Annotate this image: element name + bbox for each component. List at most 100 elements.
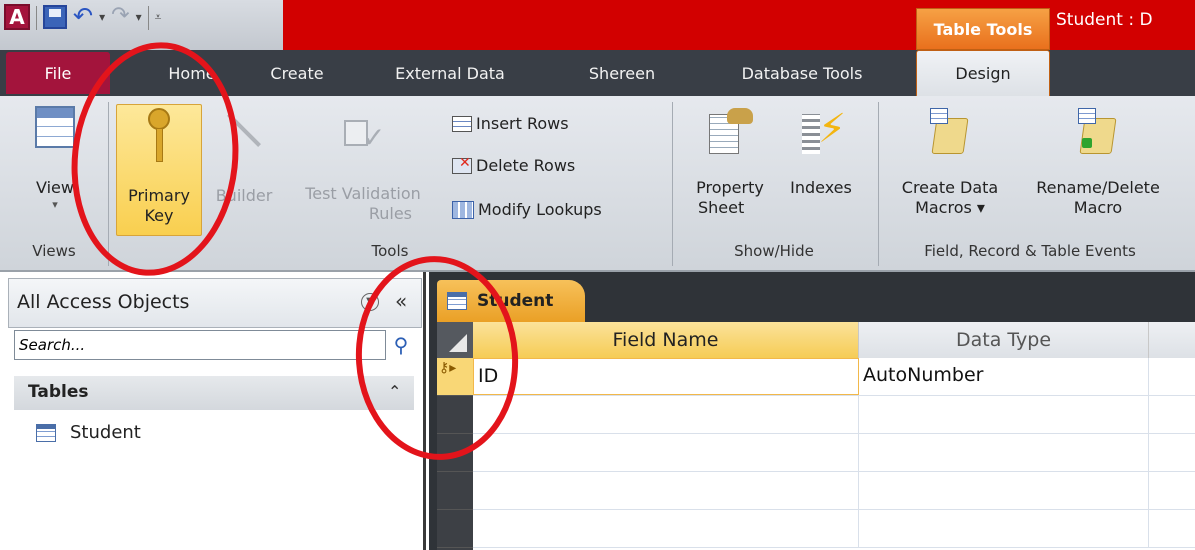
field-name-cell[interactable] (473, 434, 859, 471)
delete-rows-label: Delete Rows (476, 156, 576, 175)
modify-lookups-button[interactable]: Modify Lookups (452, 200, 602, 219)
table-row[interactable] (473, 510, 1195, 548)
row-selector[interactable]: ⚷▸ (437, 358, 473, 396)
document-tab-label: Student (477, 291, 554, 311)
navigation-pane-title: All Access Objects (17, 291, 190, 313)
row-selector[interactable] (437, 510, 473, 548)
data-type-cell[interactable] (859, 434, 1149, 471)
tables-group-header[interactable]: Tables ⌃ (14, 376, 414, 410)
test-validation-label-1: Test Validation (305, 184, 421, 203)
data-macro-icon (928, 104, 972, 156)
group-separator (672, 102, 673, 266)
test-validation-label-2: Rules (368, 204, 412, 223)
create-data-macros-label-1: Create Data (901, 178, 999, 197)
access-app-icon[interactable]: A (4, 4, 30, 30)
navigation-pane-header[interactable]: All Access Objects ▼ « (8, 278, 422, 328)
create-data-macros-label-2: Macros ▾ (915, 198, 985, 217)
primary-key-row-icon: ⚷▸ (439, 360, 457, 376)
group-separator (108, 102, 109, 266)
save-icon[interactable] (43, 5, 67, 29)
row-selector[interactable] (437, 472, 473, 510)
customize-qat-icon[interactable]: ⩡ (155, 4, 162, 30)
table-row[interactable] (473, 396, 1195, 434)
collapse-pane-icon[interactable]: « (395, 289, 407, 313)
undo-dropdown-icon[interactable]: ▾ (99, 4, 105, 30)
table-design-grid: Field Name Data Type ⚷▸ ID AutoNumber (437, 322, 1195, 550)
rename-delete-macro-button[interactable]: Rename/Delete Macro (1018, 104, 1178, 218)
navigation-pane: All Access Objects ▼ « ⚲ Tables ⌃ Studen… (0, 272, 426, 550)
tab-design[interactable]: Design (916, 50, 1050, 96)
field-name-cell[interactable] (473, 510, 859, 547)
column-header-description[interactable] (1149, 322, 1195, 358)
field-name-cell[interactable] (473, 472, 859, 509)
create-data-macros-button[interactable]: Create Data Macros ▾ (884, 104, 1016, 218)
group-separator (878, 102, 879, 266)
field-name-cell[interactable] (473, 396, 859, 433)
qat-separator (36, 6, 37, 30)
tables-group-label: Tables (28, 382, 89, 402)
column-header-data-type[interactable]: Data Type (859, 322, 1149, 358)
indexes-label: Indexes (790, 178, 852, 197)
ribbon-tab-row: File Home Create External Data Shereen D… (0, 50, 1195, 96)
nav-item-label: Student (70, 422, 141, 443)
title-bar: A ↶ ▾ ↷ ▾ ⩡ Table Tools Student : D (0, 0, 1195, 50)
tab-home[interactable]: Home (150, 52, 234, 94)
view-button-label: View (36, 178, 74, 197)
insert-rows-button[interactable]: Insert Rows (452, 114, 569, 133)
undo-icon[interactable]: ↶ (73, 4, 93, 28)
tab-database-tools[interactable]: Database Tools (712, 52, 892, 94)
table-row[interactable] (473, 472, 1195, 510)
view-button[interactable]: View ▾ (10, 106, 100, 212)
primary-key-label-2: Key (144, 206, 174, 225)
property-sheet-button[interactable]: Property Sheet (682, 106, 778, 218)
table-icon (36, 423, 56, 442)
data-type-cell[interactable] (859, 472, 1149, 509)
quick-access-toolbar: A ↶ ▾ ↷ ▾ ⩡ (4, 4, 161, 44)
search-icon[interactable]: ⚲ (388, 332, 414, 358)
window-title: Student : D (1056, 10, 1153, 30)
magic-wand-icon (224, 108, 264, 148)
rename-delete-macro-label-1: Rename/Delete (1036, 178, 1160, 197)
tab-file[interactable]: File (6, 52, 110, 94)
indexes-lightning-icon: ⚡ (796, 106, 846, 158)
row-selector[interactable] (437, 396, 473, 434)
column-header-field-name[interactable]: Field Name (473, 322, 859, 358)
builder-button[interactable]: Builder (204, 108, 284, 206)
table-row[interactable] (473, 434, 1195, 472)
chevron-down-icon[interactable]: ▼ (361, 293, 379, 311)
table-row[interactable]: ID AutoNumber (473, 358, 1195, 396)
modify-lookups-icon (452, 200, 474, 219)
qat-separator (147, 6, 149, 30)
search-input[interactable] (15, 331, 385, 359)
view-dropdown-icon: ▾ (52, 198, 58, 211)
insert-rows-icon (452, 115, 472, 132)
nav-item-student[interactable]: Student (36, 422, 141, 443)
document-tab-student[interactable]: Student (437, 280, 585, 322)
data-type-cell[interactable] (859, 396, 1149, 433)
indexes-button[interactable]: ⚡ Indexes (776, 106, 866, 198)
rename-macro-icon (1076, 104, 1120, 156)
select-all-corner[interactable] (437, 322, 473, 358)
primary-key-button[interactable]: Primary Key (116, 108, 202, 226)
insert-rows-label: Insert Rows (476, 114, 569, 133)
tab-shereen[interactable]: Shereen (570, 52, 674, 94)
tab-external-data[interactable]: External Data (380, 52, 520, 94)
key-icon (148, 108, 170, 164)
primary-key-label-1: Primary (128, 186, 190, 205)
datasheet-view-icon (35, 106, 75, 148)
delete-rows-button[interactable]: Delete Rows (452, 155, 576, 175)
ribbon: View ▾ Views Primary Key Builder ✓ Test … (0, 96, 1195, 272)
search-box[interactable] (14, 330, 386, 360)
tab-create[interactable]: Create (252, 52, 342, 94)
redo-icon[interactable]: ↷ (111, 4, 129, 28)
data-type-cell[interactable] (859, 510, 1149, 547)
property-sheet-label-2: Sheet (698, 198, 745, 217)
property-sheet-icon (705, 106, 755, 158)
row-selector[interactable] (437, 434, 473, 472)
chevron-up-icon[interactable]: ⌃ (388, 382, 401, 401)
validation-rules-icon: ✓ (338, 108, 388, 154)
redo-dropdown-icon[interactable]: ▾ (136, 4, 142, 30)
data-type-cell[interactable]: AutoNumber (859, 358, 1149, 395)
field-name-cell[interactable]: ID (473, 358, 859, 395)
test-validation-rules-button[interactable]: ✓ Test Validation Rules (286, 108, 440, 224)
